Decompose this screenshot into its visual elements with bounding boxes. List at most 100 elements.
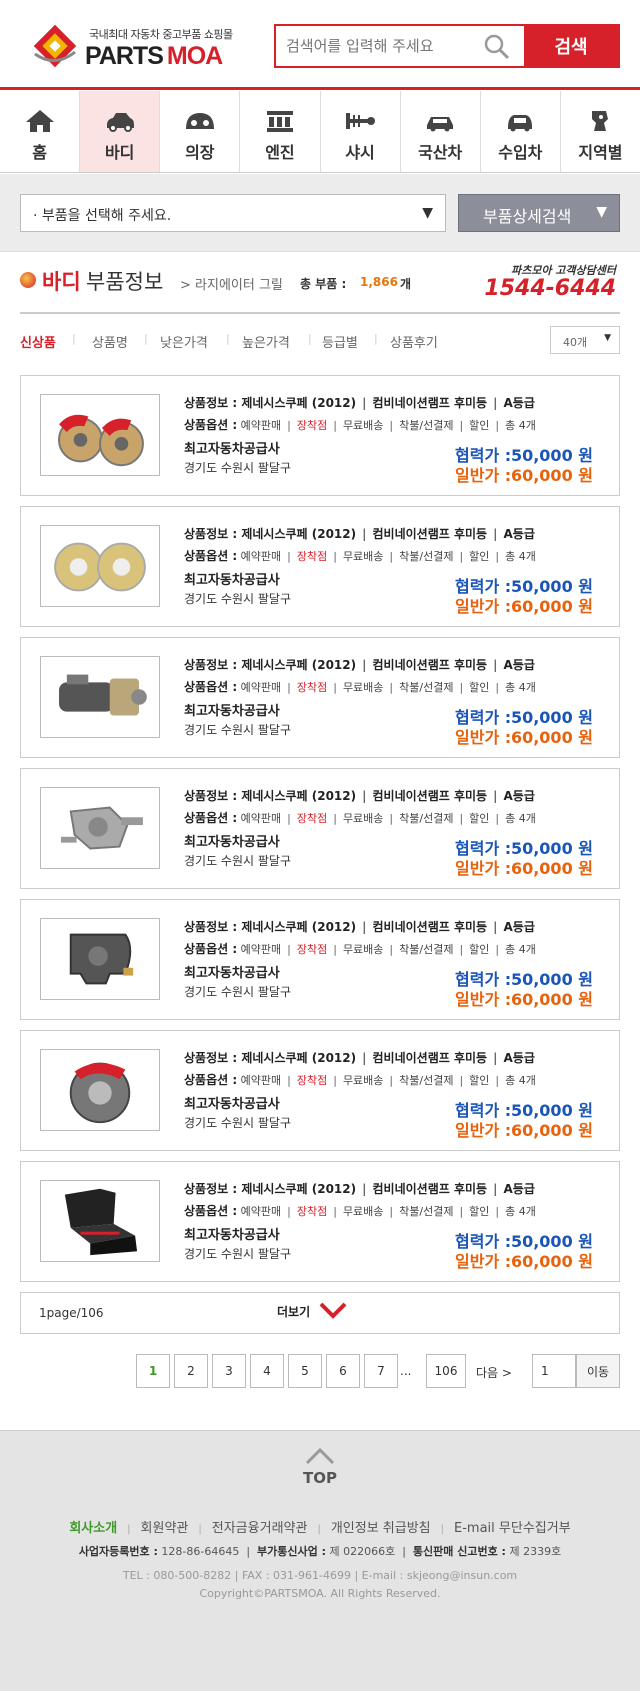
page-button[interactable]: 6 [326, 1354, 360, 1388]
product-thumbnail[interactable] [40, 656, 160, 738]
product-part-name: 컴비네이션램프 후미등 [372, 1051, 488, 1065]
chevron-down-icon[interactable] [318, 1300, 348, 1320]
option-separator: | [495, 943, 500, 956]
section-category: 바디 [42, 270, 81, 294]
footer-link-terms[interactable]: 회원약관 [141, 1521, 189, 1536]
category-label: 바디 [104, 143, 135, 162]
option-separator: | [333, 812, 337, 825]
page-button[interactable]: 3 [212, 1354, 246, 1388]
option-separator: | [495, 1205, 500, 1218]
product-card[interactable]: 상품정보 : 제네시스쿠페 (2012) | 컴비네이션램프 후미등 | A등급 상품옵션… [20, 768, 620, 889]
per-page-select[interactable]: 40개 ▼ [550, 326, 620, 354]
sort-tab-high-price[interactable]: 높은가격 [242, 332, 290, 351]
product-card[interactable]: 상품정보 : 제네시스쿠페 (2012) | 컴비네이션램프 후미등 | A등급 상품옵션… [20, 1161, 620, 1282]
car-body-icon [106, 113, 134, 132]
next-page-link[interactable]: 다음 > [476, 1364, 512, 1381]
dropdown-arrow-icon: ▼ [596, 204, 607, 220]
regular-price: 60,000 원 [510, 1121, 593, 1140]
category-domestic[interactable]: 국산차 [401, 91, 481, 172]
page-button[interactable]: 7 [364, 1354, 398, 1388]
footer-separator: | [440, 1524, 445, 1535]
product-image [41, 919, 159, 999]
more-button[interactable]: 더보기 [277, 1303, 310, 1320]
product-card[interactable]: 상품정보 : 제네시스쿠페 (2012) | 컴비네이션램프 후미등 | A등급 상품옵션… [20, 375, 620, 496]
footer-link-privacy[interactable]: 개인정보 취급방침 [331, 1521, 431, 1536]
search-icon[interactable] [484, 34, 510, 60]
detail-search-button[interactable]: 부품상세검색 ▼ [458, 194, 620, 232]
option-separator: | [333, 1074, 337, 1087]
cs-phone-number[interactable]: 1544-6444 [484, 276, 616, 301]
seller-name[interactable]: 최고자동차공급사 [184, 700, 280, 719]
category-import[interactable]: 수입차 [481, 91, 561, 172]
info-separator: | [493, 527, 498, 541]
product-card[interactable]: 상품정보 : 제네시스쿠페 (2012) | 컴비네이션램프 후미등 | A등급 상품옵션… [20, 506, 620, 627]
seller-name[interactable]: 최고자동차공급사 [184, 831, 280, 850]
sort-tab-review[interactable]: 상품후기 [390, 332, 438, 351]
page-button-last[interactable]: 106 [426, 1354, 466, 1388]
footer-link-email-refusal[interactable]: E-mail 무단수집거부 [454, 1521, 571, 1536]
category-interior[interactable]: 의장 [160, 91, 241, 172]
scroll-top-button[interactable]: TOP [298, 1447, 342, 1497]
page-number-input[interactable] [532, 1354, 576, 1388]
product-image [41, 788, 159, 868]
product-thumbnail[interactable] [40, 525, 160, 607]
product-thumbnail[interactable] [40, 918, 160, 1000]
dashboard-icon [185, 113, 214, 129]
category-chassis[interactable]: 샤시 [321, 91, 401, 172]
option-install-shop: 장착점 [296, 681, 328, 694]
product-info-line: 상품정보 : 제네시스쿠페 (2012) | 컴비네이션램프 후미등 | A등급 [184, 1049, 535, 1066]
seller-name[interactable]: 최고자동차공급사 [184, 438, 280, 457]
option-reservation: 예약판매 [240, 550, 282, 563]
engine-icon [266, 111, 293, 132]
product-thumbnail[interactable] [40, 787, 160, 869]
page-button[interactable]: 5 [288, 1354, 322, 1388]
footer-link-about[interactable]: 회사소개 [69, 1521, 117, 1536]
footer-separator: | [127, 1524, 131, 1535]
product-option-line: 상품옵션 : 예약판매 | 장착점 | 무료배송 | 착불/선결제 | 할인 | 총 4개 [184, 678, 536, 695]
copyright: Copyright©PARTSMOA. All Rights Reserved. [199, 1587, 441, 1600]
pagination: 1 2 3 4 5 6 7 ... 106 다음 > 이동 [136, 1354, 620, 1388]
product-info-label: 상품정보 : [184, 396, 238, 410]
sort-tab-low-price[interactable]: 낮은가격 [160, 332, 208, 351]
option-install-shop: 장착점 [296, 943, 328, 956]
footer-link-efinance[interactable]: 전자금융거래약관 [212, 1521, 308, 1536]
seller-name[interactable]: 최고자동차공급사 [184, 1093, 280, 1112]
category-region[interactable]: 지역별 [561, 91, 640, 172]
seller-name[interactable]: 최고자동차공급사 [184, 569, 280, 588]
product-part-name: 컴비네이션램프 후미등 [372, 1182, 488, 1196]
category-engine[interactable]: 엔진 [240, 91, 321, 172]
product-card[interactable]: 상품정보 : 제네시스쿠페 (2012) | 컴비네이션램프 후미등 | A등급 상품옵션… [20, 1030, 620, 1151]
seller-name[interactable]: 최고자동차공급사 [184, 1224, 280, 1243]
regular-price-label: 일반가 : [455, 466, 512, 485]
product-car-model: 제네시스쿠페 (2012) [241, 396, 357, 410]
sort-tab-new[interactable]: 신상품 [20, 332, 56, 351]
product-card[interactable]: 상품정보 : 제네시스쿠페 (2012) | 컴비네이션램프 후미등 | A등급 상품옵션… [20, 637, 620, 758]
product-info-label: 상품정보 : [184, 658, 238, 672]
option-discount: 할인 [469, 812, 490, 825]
product-card[interactable]: 상품정보 : 제네시스쿠페 (2012) | 컴비네이션램프 후미등 | A등급 상품옵션… [20, 899, 620, 1020]
product-thumbnail[interactable] [40, 394, 160, 476]
product-thumbnail[interactable] [40, 1180, 160, 1262]
page-button[interactable]: 4 [250, 1354, 284, 1388]
info-separator: | [362, 1051, 367, 1065]
search-button[interactable]: 검색 [524, 26, 618, 66]
option-separator: | [333, 550, 337, 563]
logo-moa: MOA [166, 42, 223, 70]
product-info-label: 상품정보 : [184, 789, 238, 803]
biz-no-label: 사업자등록번호 : [78, 1545, 158, 1558]
sort-tab-grade[interactable]: 등급별 [322, 332, 358, 351]
seller-name[interactable]: 최고자동차공급사 [184, 962, 280, 981]
page-go-button[interactable]: 이동 [576, 1354, 620, 1388]
part-select-dropdown[interactable]: · 부품을 선택해 주세요. ▼ [20, 194, 446, 232]
category-body[interactable]: 바디 [80, 91, 161, 172]
product-thumbnail[interactable] [40, 1049, 160, 1131]
product-info-label: 상품정보 : [184, 527, 238, 541]
sort-tab-name[interactable]: 상품명 [92, 332, 128, 351]
search-input[interactable] [276, 26, 508, 66]
page-button[interactable]: 2 [174, 1354, 208, 1388]
category-label: 국산차 [418, 143, 463, 162]
option-separator: | [287, 419, 291, 432]
page-button[interactable]: 1 [136, 1354, 170, 1388]
partsmoa-logo[interactable]: 국내최대 자동차 중고부품 쇼핑몰 PARTS MOA [33, 22, 238, 74]
category-home[interactable]: 홈 [0, 91, 81, 172]
